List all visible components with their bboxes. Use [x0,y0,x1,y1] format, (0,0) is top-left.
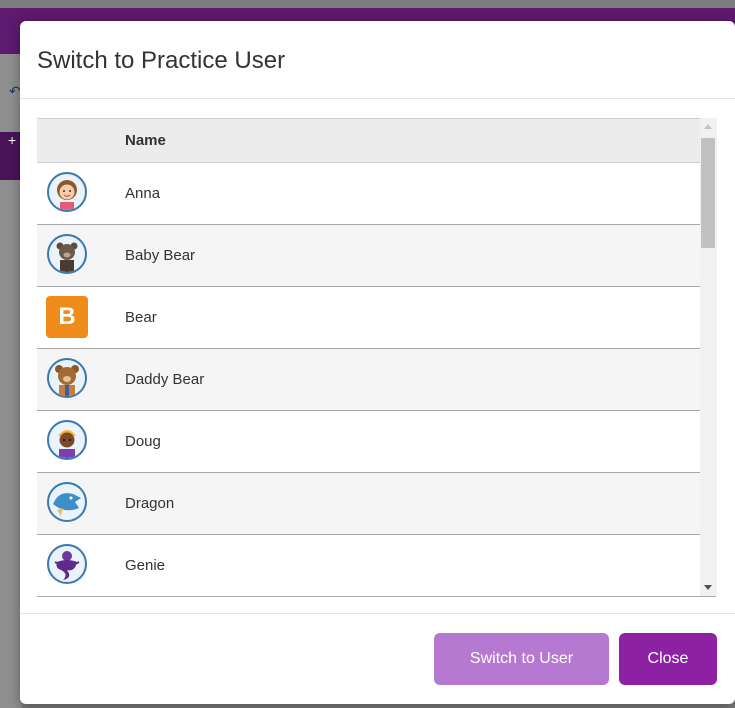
user-row-daddy-bear[interactable]: Daddy Bear [37,349,716,411]
dialog-footer-divider [20,613,735,614]
switch-to-user-button[interactable]: Switch to User [434,633,609,685]
user-name: Anna [125,185,161,202]
dialog-header: Switch to Practice User [20,21,735,99]
name-column-header[interactable]: Name [125,132,166,149]
user-row-doug[interactable]: Doug [37,411,716,473]
scroll-up-arrow-icon[interactable] [704,124,712,129]
genie-avatar-icon [47,544,87,584]
close-button[interactable]: Close [619,633,717,685]
user-name: Dragon [125,495,175,512]
scroll-down-arrow-icon[interactable] [704,585,712,590]
table-scrollbar[interactable] [700,118,717,596]
scrollbar-thumb[interactable] [701,138,715,248]
girl-avatar-icon [47,172,87,212]
user-name: Doug [125,433,161,450]
user-name: Genie [125,557,166,574]
switch-user-dialog: Switch to Practice User Name Anna Baby B… [20,21,735,704]
user-row-bear[interactable]: B Bear [37,287,716,349]
user-row-baby-bear[interactable]: Baby Bear [37,225,716,287]
dialog-title: Switch to Practice User [37,47,286,74]
letter-b-avatar: B [46,296,88,338]
user-row-genie[interactable]: Genie [37,535,716,597]
table-header: Name [37,119,716,163]
user-name: Daddy Bear [125,371,205,388]
plus-icon: + [0,132,22,180]
user-name: Baby Bear [125,247,196,264]
back-arrow-icon: ↶ [9,83,21,99]
daddy-bear-avatar-icon [47,358,87,398]
users-table: Name Anna Baby Bear B Bear Daddy Bear Do… [37,118,716,597]
boy-avatar-icon [47,420,87,460]
user-row-dragon[interactable]: Dragon [37,473,716,535]
dragon-avatar-icon [47,482,87,522]
user-row-anna[interactable]: Anna [37,163,716,225]
baby-bear-avatar-icon [47,234,87,274]
user-name: Bear [125,309,157,326]
